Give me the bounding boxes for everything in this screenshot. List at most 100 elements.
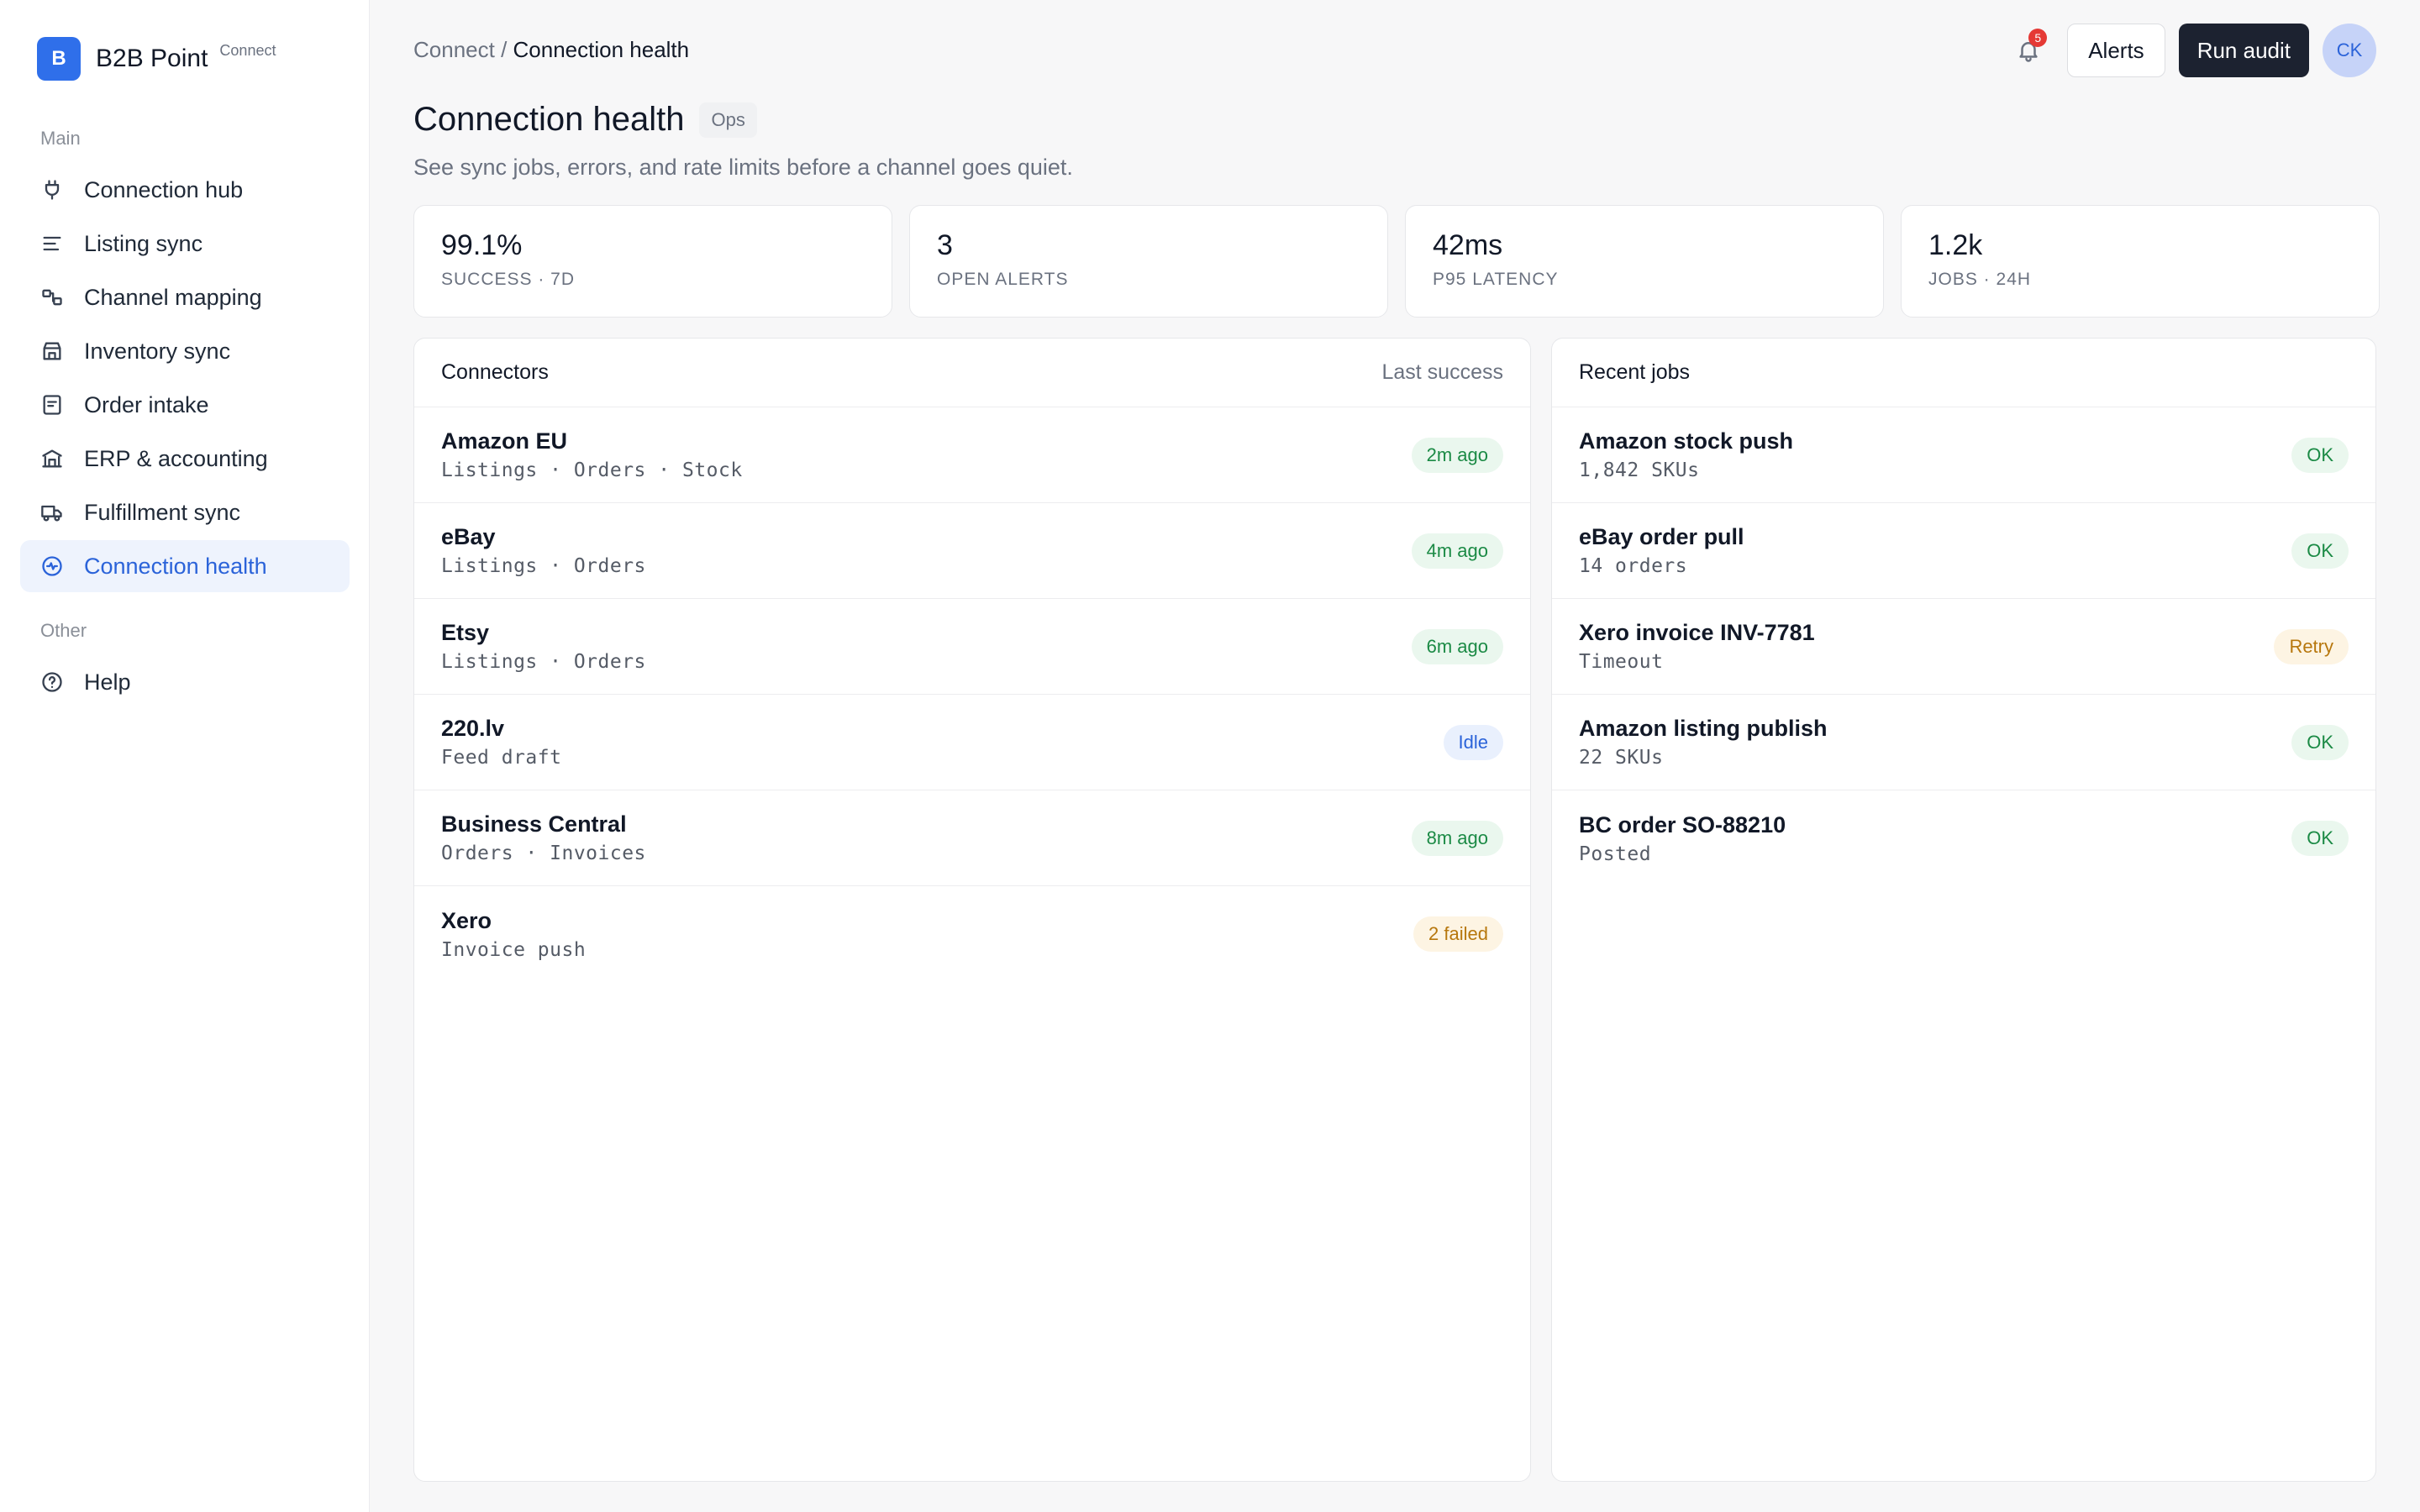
top-actions: 5 Alerts Run audit CK	[2008, 24, 2376, 77]
connector-row[interactable]: Xero Invoice push 2 failed	[414, 886, 1530, 982]
connector-name: Xero	[441, 907, 492, 933]
connector-row[interactable]: Etsy Listings · Orders 6m ago	[414, 599, 1530, 695]
recent-jobs-title: Recent jobs	[1579, 360, 1691, 384]
sidebar-item-fulfillment-sync[interactable]: Fulfillment sync	[20, 486, 350, 538]
connector-info: Amazon EU Listings · Orders · Stock	[441, 428, 743, 481]
sidebar-item-label: Order intake	[84, 391, 209, 417]
sidebar-item-label: Channel mapping	[84, 284, 262, 310]
brand-name: B2B Point	[96, 45, 208, 72]
last-success-column-label: Last success	[1381, 360, 1503, 384]
breadcrumb-current: Connection health	[513, 37, 690, 62]
connector-detail: Orders · Invoices	[441, 843, 646, 864]
mapping-icon	[39, 284, 66, 311]
status-badge: 4m ago	[1411, 533, 1503, 569]
sidebar: B B2B Point Connect Main Connection hub …	[0, 0, 370, 1512]
recent-jobs-panel: Recent jobs Amazon stock push 1,842 SKUs…	[1551, 338, 2376, 1482]
help-icon	[39, 669, 66, 696]
pulse-icon	[39, 553, 66, 580]
connector-name: Etsy	[441, 620, 490, 645]
status-badge: Idle	[1443, 724, 1503, 760]
sidebar-item-inventory-sync[interactable]: Inventory sync	[20, 325, 350, 377]
truck-icon	[39, 499, 66, 526]
stat-value: 99.1%	[441, 229, 523, 261]
status-badge: OK	[2291, 437, 2349, 473]
alerts-button[interactable]: Alerts	[2067, 24, 2165, 77]
avatar[interactable]: CK	[2323, 24, 2376, 77]
stat-label: OPEN ALERTS	[937, 270, 1069, 289]
connector-info: eBay Listings · Orders	[441, 524, 646, 577]
connector-info: Etsy Listings · Orders	[441, 620, 646, 673]
job-row[interactable]: eBay order pull 14 orders OK	[1552, 503, 2375, 599]
connector-detail: Invoice push	[441, 938, 587, 961]
connectors-title: Connectors	[441, 360, 549, 384]
connector-row[interactable]: eBay Listings · Orders 4m ago	[414, 503, 1530, 599]
run-audit-button[interactable]: Run audit	[2178, 24, 2309, 77]
store-icon	[39, 338, 66, 365]
connector-name: 220.lv	[441, 716, 505, 741]
sidebar-item-connection-hub[interactable]: Connection hub	[20, 164, 350, 216]
stat-value: 3	[937, 229, 953, 261]
job-info: Xero invoice INV-7781 Timeout	[1579, 620, 1815, 673]
notification-count-badge: 5	[2028, 29, 2048, 47]
job-row[interactable]: Amazon listing publish 22 SKUs OK	[1552, 695, 2375, 790]
brand[interactable]: B B2B Point Connect	[37, 37, 276, 81]
job-detail: Posted	[1579, 843, 1652, 865]
stat-value: 42ms	[1433, 229, 1503, 261]
job-name: eBay order pull	[1579, 524, 1744, 549]
lines-icon	[39, 230, 66, 257]
job-name: Amazon stock push	[1579, 428, 1794, 454]
job-row[interactable]: Xero invoice INV-7781 Timeout Retry	[1552, 599, 2375, 695]
status-badge: 6m ago	[1411, 628, 1503, 664]
connectors-panel-header: Connectors Last success	[414, 339, 1530, 407]
connector-row[interactable]: Amazon EU Listings · Orders · Stock 2m a…	[414, 407, 1530, 503]
stat-value: 1.2k	[1928, 229, 1983, 261]
job-info: BC order SO-88210 Posted	[1579, 812, 1786, 865]
connector-detail: Feed draft	[441, 747, 562, 769]
connector-detail: Listings · Orders · Stock	[441, 459, 743, 481]
status-badge: Retry	[2274, 628, 2349, 664]
job-detail: 14 orders	[1579, 555, 1688, 577]
sidebar-item-help[interactable]: Help	[20, 656, 350, 708]
page-title-row: Connection health Ops	[413, 101, 757, 139]
job-name: BC order SO-88210	[1579, 811, 1786, 837]
job-detail: 22 SKUs	[1579, 747, 1664, 769]
job-name: Xero invoice INV-7781	[1579, 620, 1815, 645]
sidebar-item-order-intake[interactable]: Order intake	[20, 379, 350, 431]
status-badge: 8m ago	[1411, 820, 1503, 856]
sidebar-item-listing-sync[interactable]: Listing sync	[20, 218, 350, 270]
stat-card-jobs: 1.2k JOBS · 24H	[1901, 205, 2380, 318]
connector-row[interactable]: Business Central Orders · Invoices 8m ag…	[414, 790, 1530, 886]
ops-badge: Ops	[699, 102, 757, 138]
notifications-button[interactable]: 5	[2008, 24, 2049, 77]
job-row[interactable]: Amazon stock push 1,842 SKUs OK	[1552, 407, 2375, 503]
connector-detail: Listings · Orders	[441, 651, 646, 673]
sidebar-item-channel-mapping[interactable]: Channel mapping	[20, 271, 350, 323]
status-badge: 2 failed	[1413, 916, 1503, 952]
connectors-panel: Connectors Last success Amazon EU Listin…	[413, 338, 1531, 1482]
job-detail: 1,842 SKUs	[1579, 459, 1700, 481]
page-title: Connection health	[413, 101, 685, 138]
sidebar-item-label: ERP & accounting	[84, 445, 268, 471]
bank-icon	[39, 445, 66, 472]
stat-label: JOBS · 24H	[1928, 270, 2032, 289]
connector-detail: Listings · Orders	[441, 555, 646, 577]
connector-info: Xero Invoice push	[441, 908, 586, 961]
job-name: Amazon listing publish	[1579, 716, 1828, 741]
status-badge: 2m ago	[1411, 437, 1503, 473]
job-row[interactable]: BC order SO-88210 Posted OK	[1552, 790, 2375, 886]
breadcrumb-parent[interactable]: Connect	[413, 37, 495, 62]
sidebar-item-connection-health[interactable]: Connection health	[20, 540, 350, 592]
connector-row[interactable]: 220.lv Feed draft Idle	[414, 695, 1530, 790]
brand-logo: B	[37, 37, 81, 81]
sidebar-item-label: Listing sync	[84, 230, 203, 256]
connector-name: Business Central	[441, 811, 627, 837]
status-badge: OK	[2291, 821, 2349, 856]
document-icon	[39, 391, 66, 418]
sidebar-item-label: Inventory sync	[84, 338, 231, 364]
sidebar-item-erp-accounting[interactable]: ERP & accounting	[20, 433, 350, 485]
status-badge: OK	[2291, 533, 2349, 569]
stat-card-open-alerts: 3 OPEN ALERTS	[909, 205, 1388, 318]
status-badge: OK	[2291, 724, 2349, 760]
breadcrumb-separator: /	[494, 37, 513, 62]
sidebar-item-label: Connection health	[84, 553, 267, 579]
